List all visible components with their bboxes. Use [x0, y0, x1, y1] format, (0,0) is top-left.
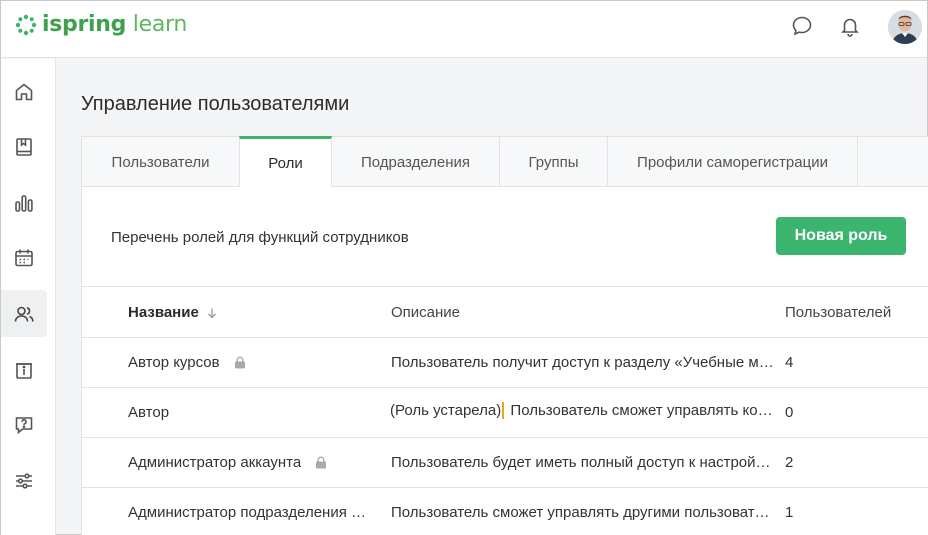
role-name: Администратор аккаунта — [128, 454, 327, 471]
roles-table: Название Описание Пользователей Автор ку… — [82, 286, 928, 535]
role-users-count: 4 — [785, 354, 794, 371]
role-users-count: 0 — [785, 404, 794, 421]
tab-departments[interactable]: Подразделения — [332, 137, 500, 187]
role-name: Автор курсов — [128, 354, 246, 371]
sidebar-item-calendar[interactable] — [1, 234, 47, 281]
role-users-count: 2 — [785, 454, 794, 471]
sidebar-item-courses[interactable] — [1, 123, 47, 170]
tab-groups[interactable]: Группы — [500, 137, 608, 187]
sidebar — [1, 59, 56, 535]
role-description-text: Пользователь сможет управлять контентом — [510, 402, 774, 419]
sidebar-item-info[interactable] — [1, 346, 47, 393]
role-description: Пользователь будет иметь полный доступ к… — [391, 454, 774, 471]
logo-text: ispring learn — [42, 12, 188, 37]
outdated-role-tag: (Роль устарела) — [391, 402, 505, 419]
lock-icon — [234, 356, 245, 369]
avatar-image-icon — [888, 10, 922, 44]
role-description: Пользователь сможет управлять другими по… — [391, 504, 774, 521]
sidebar-item-settings[interactable] — [1, 457, 47, 504]
users-icon — [14, 306, 34, 322]
role-description: Пользователь получит доступ к разделу «У… — [391, 354, 774, 371]
chat-icon[interactable] — [790, 14, 814, 38]
table-row[interactable]: Автор (Роль устарела) Пользователь сможе… — [82, 388, 928, 438]
new-role-button[interactable]: Новая роль — [776, 217, 906, 255]
user-avatar[interactable] — [888, 10, 922, 44]
sidebar-item-help[interactable] — [1, 401, 47, 448]
tab-roles[interactable]: Роли — [239, 136, 332, 187]
sliders-icon — [16, 472, 32, 489]
column-header-users: Пользователей — [785, 304, 892, 321]
column-header-name[interactable]: Название — [128, 304, 218, 321]
bell-icon[interactable] — [838, 14, 862, 38]
column-header-name-label: Название — [128, 304, 199, 321]
roles-description: Перечень ролей для функций сотрудников — [111, 229, 409, 246]
lock-icon — [316, 456, 327, 469]
ispring-logo-icon — [15, 14, 37, 35]
table-row[interactable]: Администратор подразделения пользователе… — [82, 488, 928, 535]
roles-card: Пользователи Роли Подразделения Группы П… — [81, 136, 928, 535]
table-header: Название Описание Пользователей — [82, 286, 928, 338]
table-row[interactable]: Автор курсов Пользователь получит доступ… — [82, 338, 928, 388]
sidebar-item-home[interactable] — [1, 68, 47, 115]
home-icon — [15, 82, 33, 100]
role-users-count: 1 — [785, 504, 794, 521]
bar-chart-icon — [15, 194, 33, 212]
role-name-text: Автор курсов — [128, 354, 220, 371]
table-row[interactable]: Администратор аккаунта Пользователь буде… — [82, 438, 928, 488]
book-icon — [16, 137, 32, 156]
tab-self-registration-profiles[interactable]: Профили саморегистрации — [608, 137, 858, 187]
tab-bar: Пользователи Роли Подразделения Группы П… — [82, 136, 928, 187]
role-name-text: Администратор подразделения пользователе… — [128, 504, 368, 521]
top-header: ispring learn — [1, 1, 927, 58]
logo[interactable]: ispring learn — [15, 12, 187, 37]
role-name-text: Автор — [128, 404, 170, 421]
tab-users[interactable]: Пользователи — [82, 137, 240, 187]
role-name-text: Администратор аккаунта — [128, 454, 302, 471]
sidebar-item-reports[interactable] — [1, 179, 47, 226]
info-card-icon — [16, 362, 32, 379]
page-title: Управление пользователями — [81, 93, 350, 115]
sort-arrow-down-icon — [207, 308, 216, 318]
column-header-description: Описание — [391, 304, 461, 321]
role-name: Администратор подразделения пользователе… — [128, 504, 368, 521]
help-icon — [15, 416, 33, 434]
role-description: (Роль устарела) Пользователь сможет упра… — [391, 402, 774, 419]
calendar-icon — [15, 249, 33, 266]
sidebar-item-users[interactable] — [1, 290, 47, 337]
role-name: Автор — [128, 404, 169, 421]
